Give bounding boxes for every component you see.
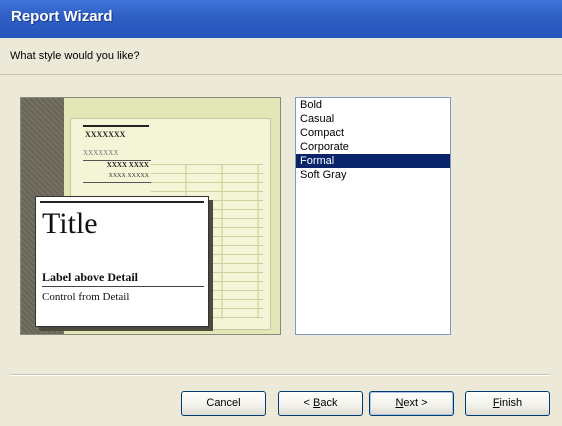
preview-detail-row: XXXX XXXXX xyxy=(83,173,151,183)
style-item-formal[interactable]: Formal xyxy=(296,154,450,168)
header-strip: What style would you like? xyxy=(0,38,562,74)
callout-line xyxy=(42,286,204,287)
style-item-compact[interactable]: Compact xyxy=(296,126,450,140)
style-item-corporate[interactable]: Corporate xyxy=(296,140,450,154)
preview-header: XXXXXXX xyxy=(83,125,149,141)
callout-rule xyxy=(40,201,204,203)
style-preview: XXXXXXX XXXXXXX XXXX XXXX XXXX XXXXX Tit… xyxy=(20,97,281,335)
back-button-suffix: ack xyxy=(320,397,338,409)
preview-callout: Title Label above Detail Control from De… xyxy=(35,196,209,327)
style-item-soft-gray[interactable]: Soft Gray xyxy=(296,168,450,182)
window-title: Report Wizard xyxy=(11,8,113,25)
cancel-button-label: Cancel xyxy=(206,397,241,409)
back-button[interactable]: < Back xyxy=(278,391,363,416)
next-button-suffix: ext > xyxy=(403,397,428,409)
style-question: What style would you like? xyxy=(10,50,140,62)
style-item-bold[interactable]: Bold xyxy=(296,98,450,112)
preview-column-heading: XXXX XXXX xyxy=(83,160,151,171)
report-wizard-window: Report Wizard What style would you like?… xyxy=(0,0,562,426)
finish-button[interactable]: Finish xyxy=(465,391,550,416)
footer-divider-highlight xyxy=(10,375,550,376)
finish-button-suffix: inish xyxy=(499,397,523,409)
finish-button-accesskey: F xyxy=(492,397,500,409)
style-item-casual[interactable]: Casual xyxy=(296,112,450,126)
style-listbox[interactable]: Bold Casual Compact Corporate Formal Sof… xyxy=(295,97,451,335)
header-divider xyxy=(0,74,562,75)
preview-subheader: XXXXXXX xyxy=(83,149,119,157)
cancel-button[interactable]: Cancel xyxy=(181,391,266,416)
next-button[interactable]: Next > xyxy=(369,391,454,416)
title-bar[interactable]: Report Wizard xyxy=(0,0,562,39)
callout-control: Control from Detail xyxy=(42,291,130,303)
callout-label: Label above Detail xyxy=(42,270,138,284)
back-button-prefix: < xyxy=(303,397,313,409)
callout-title: Title xyxy=(42,207,98,240)
